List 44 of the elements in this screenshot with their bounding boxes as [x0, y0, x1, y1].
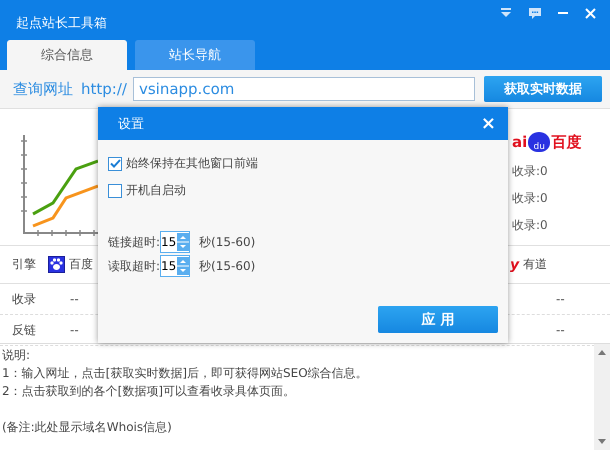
number-spinner[interactable]: 15	[160, 255, 190, 277]
chat-icon[interactable]	[529, 8, 541, 18]
row-label: 反链	[11, 322, 37, 338]
logo-name: 百度	[551, 132, 582, 152]
query-label: 查询网址	[13, 80, 73, 98]
timeout-range: 秒(15-60)	[199, 234, 256, 250]
stat-text[interactable]: 收录:0	[512, 217, 610, 244]
checkbox[interactable]	[108, 156, 122, 170]
table-cell[interactable]: --	[556, 323, 565, 337]
timeout-range: 秒(15-60)	[199, 258, 256, 274]
logo-text: ai	[512, 133, 528, 151]
close-icon[interactable]: ×	[480, 113, 496, 134]
url-field[interactable]: vsinapp.com	[132, 77, 475, 101]
stat-text[interactable]: 收录:0	[512, 190, 610, 217]
paw-icon	[48, 256, 65, 273]
column-header: 有道	[523, 256, 548, 273]
url-prefix: http://	[81, 80, 127, 98]
tab[interactable]: 综合信息	[7, 40, 127, 70]
y-logo-icon: y	[510, 256, 520, 272]
checkbox[interactable]	[108, 184, 122, 198]
note-text: 1：输入网址，点击[获取实时数据]后，即可获得网站SEO综合信息。	[2, 366, 368, 380]
dropdown-icon[interactable]	[500, 8, 512, 18]
option-label: 始终保持在其他窗口前端	[126, 155, 258, 172]
number-spinner[interactable]: 15	[160, 231, 190, 253]
table-cell[interactable]: --	[70, 292, 79, 306]
table-cell[interactable]: --	[556, 292, 565, 306]
note-text: 说明:	[2, 348, 30, 362]
scroll-up-icon[interactable]	[598, 350, 606, 355]
timeout-label: 读取超时:	[108, 258, 160, 274]
note-text: (备注:此处显示域名Whois信息)	[2, 420, 172, 434]
scrollbar[interactable]	[594, 344, 610, 450]
row-label: 收录	[11, 290, 37, 308]
scroll-down-icon[interactable]	[598, 439, 606, 444]
window-title: 起点站长工具箱	[16, 15, 107, 33]
dialog-title: 设置	[118, 116, 144, 132]
note-text: 2：点击获取到的各个[数据项]可以查看收录具体页面。	[2, 384, 295, 398]
table-cell[interactable]: --	[70, 323, 79, 337]
column-header: 百度	[69, 256, 93, 273]
close-icon[interactable]	[585, 8, 596, 18]
timeout-label: 链接超时:	[108, 234, 160, 250]
column-header: 引擎	[12, 256, 36, 273]
option-label: 开机自启动	[126, 182, 186, 199]
stat-text[interactable]: 收录:0	[512, 163, 610, 190]
paw-logo-icon: du	[528, 132, 550, 152]
